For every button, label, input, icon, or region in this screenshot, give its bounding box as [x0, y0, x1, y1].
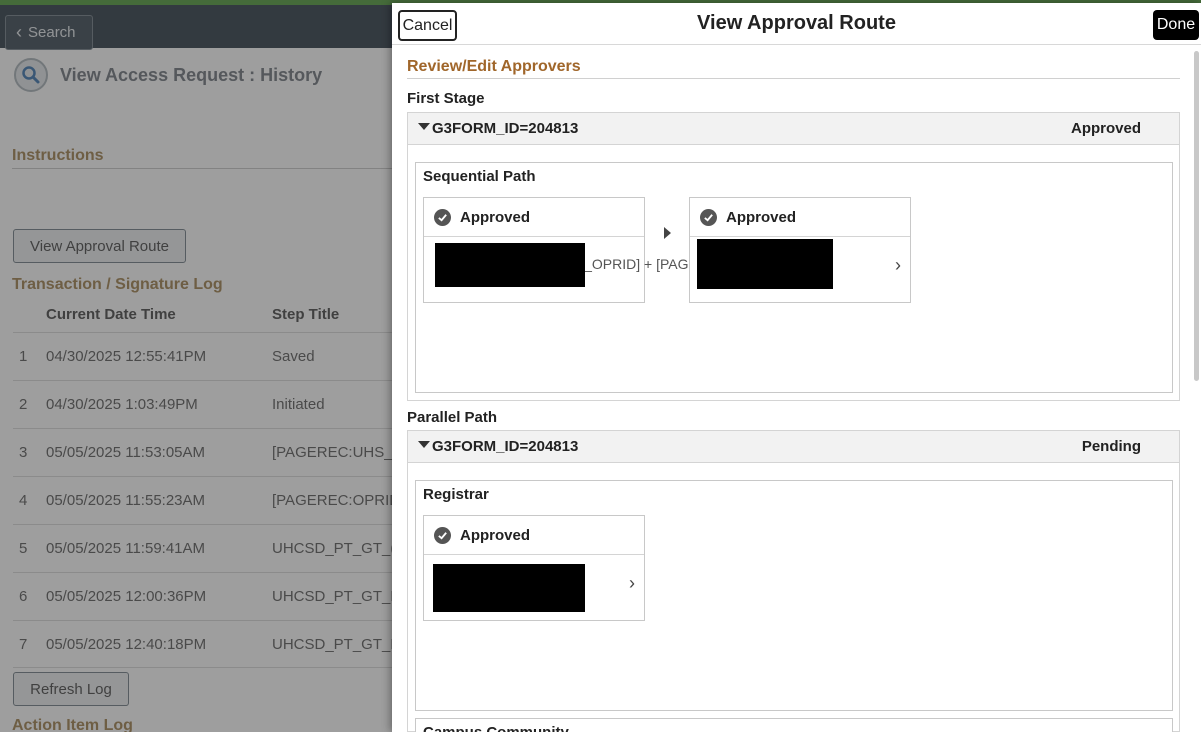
- stage1-group-header[interactable]: G3FORM_ID=204813 Approved: [407, 112, 1180, 145]
- modal-title: View Approval Route: [697, 12, 896, 34]
- approved-check-icon: [434, 208, 451, 226]
- first-stage-label: First Stage: [407, 90, 485, 107]
- modal-header: Cancel View Approval Route Done: [392, 3, 1201, 45]
- card-status: Approved: [460, 208, 531, 226]
- approver-card: Approved ›: [689, 197, 911, 303]
- approved-check-icon: [700, 208, 717, 226]
- done-button[interactable]: Done: [1153, 10, 1199, 40]
- card-body[interactable]: ›: [424, 555, 644, 621]
- card-header: Approved: [424, 198, 644, 237]
- campus-community-path-box: Campus Community: [415, 718, 1173, 732]
- card-status: Approved: [726, 208, 797, 226]
- divider: [407, 78, 1180, 79]
- chevron-right-icon: ›: [895, 255, 901, 275]
- card-header: Approved: [424, 516, 644, 555]
- approval-route-modal: Cancel View Approval Route Done Review/E…: [392, 3, 1201, 732]
- review-edit-approvers-heading: Review/Edit Approvers: [407, 58, 581, 75]
- registrar-path-box: Registrar Approved ›: [415, 480, 1173, 711]
- collapse-triangle-icon: [418, 123, 430, 130]
- stage2-group-status: Pending: [1081, 438, 1141, 455]
- card-status: Approved: [460, 526, 531, 544]
- chevron-right-icon: ›: [629, 573, 635, 593]
- approver-card: Approved R_OPRID] + [PAG: [423, 197, 689, 303]
- stage1-group-body: Sequential Path Approved R_OPRID] + [PAG…: [407, 145, 1180, 401]
- approved-check-icon: [434, 526, 451, 544]
- stage1-group-id: G3FORM_ID=204813: [432, 120, 579, 137]
- scrollbar[interactable]: [1194, 51, 1199, 381]
- approver-text: R_OPRID] + [PAG: [574, 256, 689, 272]
- stage1-group-status: Approved: [1070, 120, 1141, 137]
- redacted-block: [697, 239, 833, 289]
- collapse-triangle-icon: [418, 441, 430, 448]
- stage2-group-header[interactable]: G3FORM_ID=204813 Pending: [407, 430, 1180, 463]
- campus-community-title: Campus Community: [423, 724, 569, 732]
- redacted-block: [435, 243, 585, 287]
- stage2-group-id: G3FORM_ID=204813: [432, 438, 579, 455]
- approver-card: Approved ›: [423, 515, 645, 621]
- card-body[interactable]: ›: [690, 237, 910, 303]
- card-header: Approved: [690, 198, 910, 237]
- sequential-path-box: Sequential Path Approved R_OPRID] + [PAG…: [415, 162, 1173, 393]
- parallel-path-label: Parallel Path: [407, 409, 498, 426]
- arrow-right-icon: [664, 227, 671, 239]
- stage2-group-body: Registrar Approved › Campus Community: [407, 463, 1180, 732]
- registrar-path-title: Registrar: [423, 486, 489, 503]
- redacted-block: [433, 564, 585, 612]
- card-body[interactable]: R_OPRID] + [PAG: [424, 237, 689, 303]
- sequential-path-title: Sequential Path: [423, 168, 536, 185]
